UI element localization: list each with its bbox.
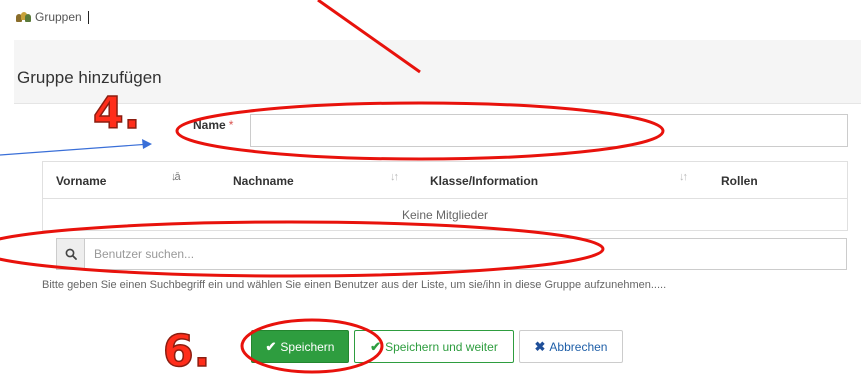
search-icon <box>57 239 85 269</box>
breadcrumb[interactable]: Gruppen <box>16 10 89 24</box>
breadcrumb-label[interactable]: Gruppen <box>35 10 82 24</box>
people-group-icon <box>16 12 31 22</box>
save-and-continue-button[interactable]: ✔ Speichern und weiter <box>354 330 514 363</box>
text-cursor <box>87 10 89 24</box>
user-search-group <box>56 238 847 270</box>
name-input[interactable] <box>250 114 848 147</box>
sort-ascending-icon[interactable]: ↓ā <box>171 171 181 183</box>
empty-table-message: Keine Mitglieder <box>401 208 489 222</box>
checkmark-icon: ✔ <box>370 338 382 354</box>
name-label-text: Name <box>193 118 226 132</box>
save-button[interactable]: ✔ Speichern <box>251 330 349 363</box>
sort-icon[interactable]: ↓↑ <box>390 171 399 183</box>
column-header-nachname[interactable]: Nachname <box>233 174 294 188</box>
column-header-klasse[interactable]: Klasse/Information <box>430 174 538 188</box>
cancel-button-label: Abbrechen <box>549 339 608 354</box>
close-icon: ✖ <box>534 338 546 354</box>
save-button-label: Speichern <box>280 339 335 354</box>
page-title: Gruppe hinzufügen <box>17 68 162 87</box>
table-header: Vorname ↓ā Nachname ↓↑ Klasse/Informatio… <box>43 162 847 199</box>
top-bar: Gruppen <box>0 0 861 40</box>
members-table: Vorname ↓ā Nachname ↓↑ Klasse/Informatio… <box>42 161 848 231</box>
step-4-label: 4. <box>92 88 141 139</box>
name-label: Name * <box>193 118 233 132</box>
save-and-continue-label: Speichern und weiter <box>385 339 498 354</box>
column-header-vorname[interactable]: Vorname <box>56 174 106 188</box>
user-search-input[interactable] <box>85 239 846 269</box>
required-marker: * <box>228 118 234 132</box>
column-header-rollen: Rollen <box>721 174 758 188</box>
step-6-label: 6. <box>162 326 211 376</box>
search-help-text: Bitte geben Sie einen Suchbegriff ein un… <box>42 279 667 291</box>
sort-icon[interactable]: ↓↑ <box>679 171 688 183</box>
cancel-button[interactable]: ✖ Abbrechen <box>519 330 623 363</box>
checkmark-icon: ✔ <box>265 338 277 354</box>
